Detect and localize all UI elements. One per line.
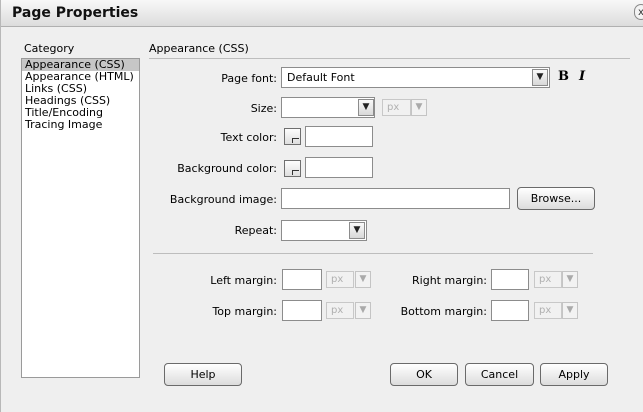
size-label: Size:	[250, 102, 277, 115]
bottom-margin-unit-select[interactable]: px	[534, 302, 562, 319]
text-color-input[interactable]	[305, 126, 373, 147]
apply-button[interactable]: Apply	[540, 363, 608, 386]
chevron-down-icon[interactable]: ▼	[562, 302, 578, 319]
background-color-label: Background color:	[177, 162, 277, 175]
left-margin-unit-select[interactable]: px	[326, 271, 354, 288]
page-properties-dialog: Page Properties x Category Appearance (C…	[0, 0, 643, 412]
background-image-input[interactable]	[281, 188, 510, 209]
left-margin-label: Left margin:	[210, 274, 277, 287]
page-font-select[interactable]: Default Font	[281, 67, 550, 88]
chevron-down-icon[interactable]: ▼	[411, 99, 427, 116]
right-margin-unit-select[interactable]: px	[534, 271, 562, 288]
right-margin-input[interactable]	[491, 269, 529, 290]
left-margin-input[interactable]	[282, 269, 322, 290]
close-icon[interactable]: x	[634, 4, 643, 20]
page-font-value: Default Font	[287, 71, 355, 84]
italic-button[interactable]: I	[579, 69, 585, 84]
margins-divider	[153, 253, 593, 254]
size-unit-select[interactable]: px	[382, 99, 411, 116]
bold-button[interactable]: B	[558, 69, 569, 84]
chevron-down-icon[interactable]: ▼	[562, 271, 578, 288]
category-list[interactable]: Appearance (CSS) Appearance (HTML) Links…	[21, 58, 140, 378]
top-margin-input[interactable]	[282, 300, 322, 321]
text-color-swatch[interactable]	[284, 128, 301, 145]
background-image-label: Background image:	[169, 193, 277, 206]
chevron-down-icon[interactable]: ▼	[349, 222, 365, 239]
page-font-label: Page font:	[221, 72, 277, 85]
bottom-margin-input[interactable]	[491, 300, 529, 321]
panel-heading: Appearance (CSS)	[149, 42, 249, 55]
cancel-button[interactable]: Cancel	[465, 363, 534, 386]
chevron-down-icon[interactable]: ▼	[355, 271, 371, 288]
dialog-title: Page Properties	[12, 5, 139, 21]
repeat-label: Repeat:	[234, 224, 277, 237]
background-color-input[interactable]	[305, 157, 373, 178]
top-margin-label: Top margin:	[212, 305, 277, 318]
help-button[interactable]: Help	[164, 363, 242, 386]
background-color-swatch[interactable]	[284, 160, 301, 177]
ok-button[interactable]: OK	[390, 363, 458, 386]
browse-button[interactable]: Browse...	[517, 187, 595, 210]
category-heading: Category	[24, 42, 75, 55]
text-color-label: Text color:	[220, 131, 277, 144]
chevron-down-icon[interactable]: ▼	[358, 99, 374, 116]
chevron-down-icon[interactable]: ▼	[532, 69, 548, 86]
category-item-tracing-image[interactable]: Tracing Image	[22, 119, 139, 131]
chevron-down-icon[interactable]: ▼	[355, 302, 371, 319]
heading-divider	[149, 58, 630, 59]
title-bar: Page Properties x	[1, 0, 643, 27]
right-margin-label: Right margin:	[412, 274, 487, 287]
bottom-margin-label: Bottom margin:	[400, 305, 487, 318]
top-margin-unit-select[interactable]: px	[326, 302, 354, 319]
